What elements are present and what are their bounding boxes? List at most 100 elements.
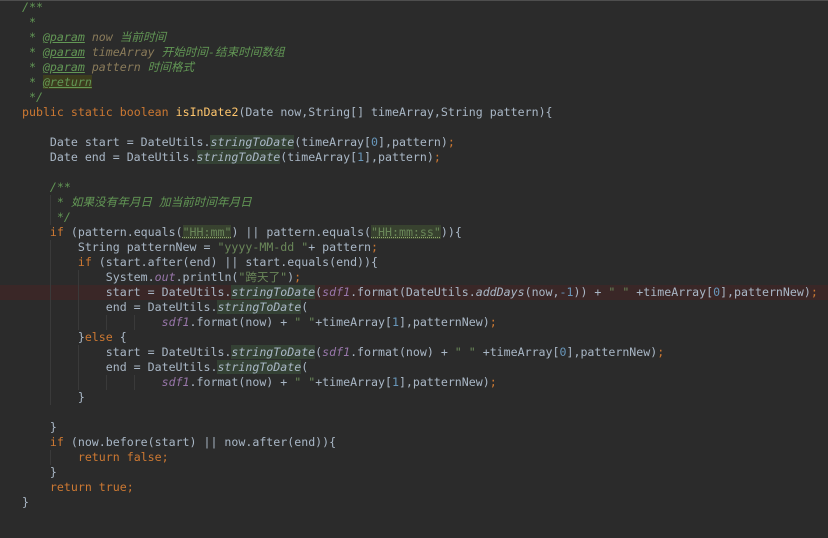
code-token: (pattern.equals( bbox=[63, 225, 183, 239]
code-token: "yyyy-MM-dd " bbox=[217, 240, 309, 254]
code-token: * bbox=[22, 75, 43, 89]
code-token: -1 bbox=[559, 285, 574, 299]
code-token: * bbox=[22, 30, 43, 44]
code-line[interactable]: } bbox=[0, 495, 828, 510]
code-token: ; bbox=[489, 315, 497, 329]
code-token: @return bbox=[42, 75, 92, 89]
code-token: sdf1 bbox=[161, 315, 190, 329]
code-line[interactable]: } bbox=[0, 420, 828, 435]
code-token: stringToDate bbox=[231, 345, 316, 359]
code-editor[interactable]: /** * * @param now 当前时间 * @param timeArr… bbox=[0, 0, 828, 538]
code-token: } bbox=[22, 465, 57, 479]
code-token: System. bbox=[22, 270, 155, 284]
code-token: +timeArray[ bbox=[315, 315, 392, 329]
code-line[interactable] bbox=[0, 405, 828, 420]
code-line[interactable]: * bbox=[0, 15, 828, 30]
code-line[interactable]: Date start = DateUtils.stringToDate(time… bbox=[0, 135, 828, 150]
code-token: start = DateUtils. bbox=[22, 285, 232, 299]
code-line[interactable] bbox=[0, 165, 828, 180]
code-token: * bbox=[22, 45, 43, 59]
code-token: .format(now) + bbox=[350, 345, 455, 359]
code-token: * 如果没有年月日 加当前时间年月日 bbox=[22, 195, 252, 209]
code-token: .println( bbox=[175, 270, 239, 284]
code-line[interactable]: if (now.before(start) || now.after(end))… bbox=[0, 435, 828, 450]
code-token: @param bbox=[42, 45, 85, 59]
code-token: ],pattern) bbox=[378, 135, 448, 149]
code-token: +timeArray[ bbox=[475, 345, 560, 359]
code-token: boolean bbox=[119, 105, 169, 119]
code-line[interactable]: if (pattern.equals("HH:mm") || pattern.e… bbox=[0, 225, 828, 240]
code-line[interactable]: Date end = DateUtils.stringToDate(timeAr… bbox=[0, 150, 828, 165]
code-line[interactable]: return false; bbox=[0, 450, 828, 465]
code-token: "HH:mm:ss" bbox=[371, 225, 441, 239]
code-token: end = DateUtils. bbox=[22, 360, 218, 374]
code-token: ; bbox=[161, 450, 169, 464]
code-token: */ bbox=[22, 90, 43, 104]
code-token: ( bbox=[301, 360, 309, 374]
code-token: )) + bbox=[573, 285, 609, 299]
code-line[interactable]: * 如果没有年月日 加当前时间年月日 bbox=[0, 195, 828, 210]
code-line[interactable]: */ bbox=[0, 90, 828, 105]
code-line[interactable]: start = DateUtils.stringToDate(sdf1.form… bbox=[0, 345, 828, 360]
code-token: end = DateUtils. bbox=[22, 300, 218, 314]
code-token: } bbox=[22, 330, 85, 344]
code-token: +timeArray[ bbox=[315, 375, 392, 389]
code-line[interactable]: * @param pattern 时间格式 bbox=[0, 60, 828, 75]
code-line[interactable]: }else { bbox=[0, 330, 828, 345]
code-token: if bbox=[77, 255, 92, 269]
code-token: 1 bbox=[357, 150, 365, 164]
code-token: /** bbox=[22, 180, 71, 194]
code-line[interactable]: */ bbox=[0, 210, 828, 225]
code-token: .format(DateUtils. bbox=[350, 285, 476, 299]
code-token: if bbox=[49, 225, 64, 239]
code-token: * bbox=[22, 60, 43, 74]
code-token: (start.after(end) || start.equals(end)){ bbox=[91, 255, 378, 269]
code-token: out bbox=[154, 270, 176, 284]
code-token: "跨天了" bbox=[238, 270, 288, 284]
code-line[interactable]: } bbox=[0, 465, 828, 480]
code-token: start = DateUtils. bbox=[22, 345, 232, 359]
code-line[interactable]: * @return bbox=[0, 75, 828, 90]
code-token: 时间格式 bbox=[140, 60, 195, 74]
code-token: .format(now) + bbox=[189, 315, 295, 329]
code-line[interactable]: String patternNew = "yyyy-MM-dd "+ patte… bbox=[0, 240, 828, 255]
code-token: /** bbox=[22, 0, 43, 14]
code-line[interactable] bbox=[0, 120, 828, 135]
code-line-highlighted[interactable]: start = DateUtils.stringToDate(sdf1.form… bbox=[0, 285, 828, 300]
code-line[interactable]: } bbox=[0, 390, 828, 405]
code-token: ],patternNew) bbox=[398, 315, 490, 329]
code-line[interactable]: /** bbox=[0, 0, 828, 15]
code-token: stringToDate bbox=[210, 135, 295, 149]
code-token: +timeArray[ bbox=[629, 285, 714, 299]
code-line[interactable]: end = DateUtils.stringToDate( bbox=[0, 360, 828, 375]
code-token: true bbox=[98, 480, 127, 494]
code-line[interactable]: * @param timeArray 开始时间-结束时间数组 bbox=[0, 45, 828, 60]
code-token: ; bbox=[126, 480, 134, 494]
code-line[interactable]: sdf1.format(now) + " "+timeArray[1],patt… bbox=[0, 315, 828, 330]
code-line[interactable]: System.out.println("跨天了"); bbox=[0, 270, 828, 285]
code-line[interactable]: end = DateUtils.stringToDate( bbox=[0, 300, 828, 315]
code-token: " " bbox=[294, 375, 316, 389]
code-token: pattern bbox=[91, 60, 141, 74]
code-line[interactable]: sdf1.format(now) + " "+timeArray[1],patt… bbox=[0, 375, 828, 390]
code-line[interactable]: return true; bbox=[0, 480, 828, 495]
code-area[interactable]: /** * * @param now 当前时间 * @param timeArr… bbox=[0, 0, 828, 510]
code-token: ) || pattern.equals( bbox=[231, 225, 372, 239]
code-token: " " bbox=[608, 285, 630, 299]
code-line[interactable]: public static boolean isInDate2(Date now… bbox=[0, 105, 828, 120]
code-token: String patternNew = bbox=[22, 240, 218, 254]
code-token: sdf1 bbox=[322, 285, 351, 299]
code-line[interactable]: * @param now 当前时间 bbox=[0, 30, 828, 45]
code-token: stringToDate bbox=[217, 360, 302, 374]
code-token: timeArray bbox=[91, 45, 155, 59]
code-line[interactable]: if (start.after(end) || start.equals(end… bbox=[0, 255, 828, 270]
code-line[interactable]: /** bbox=[0, 180, 828, 195]
